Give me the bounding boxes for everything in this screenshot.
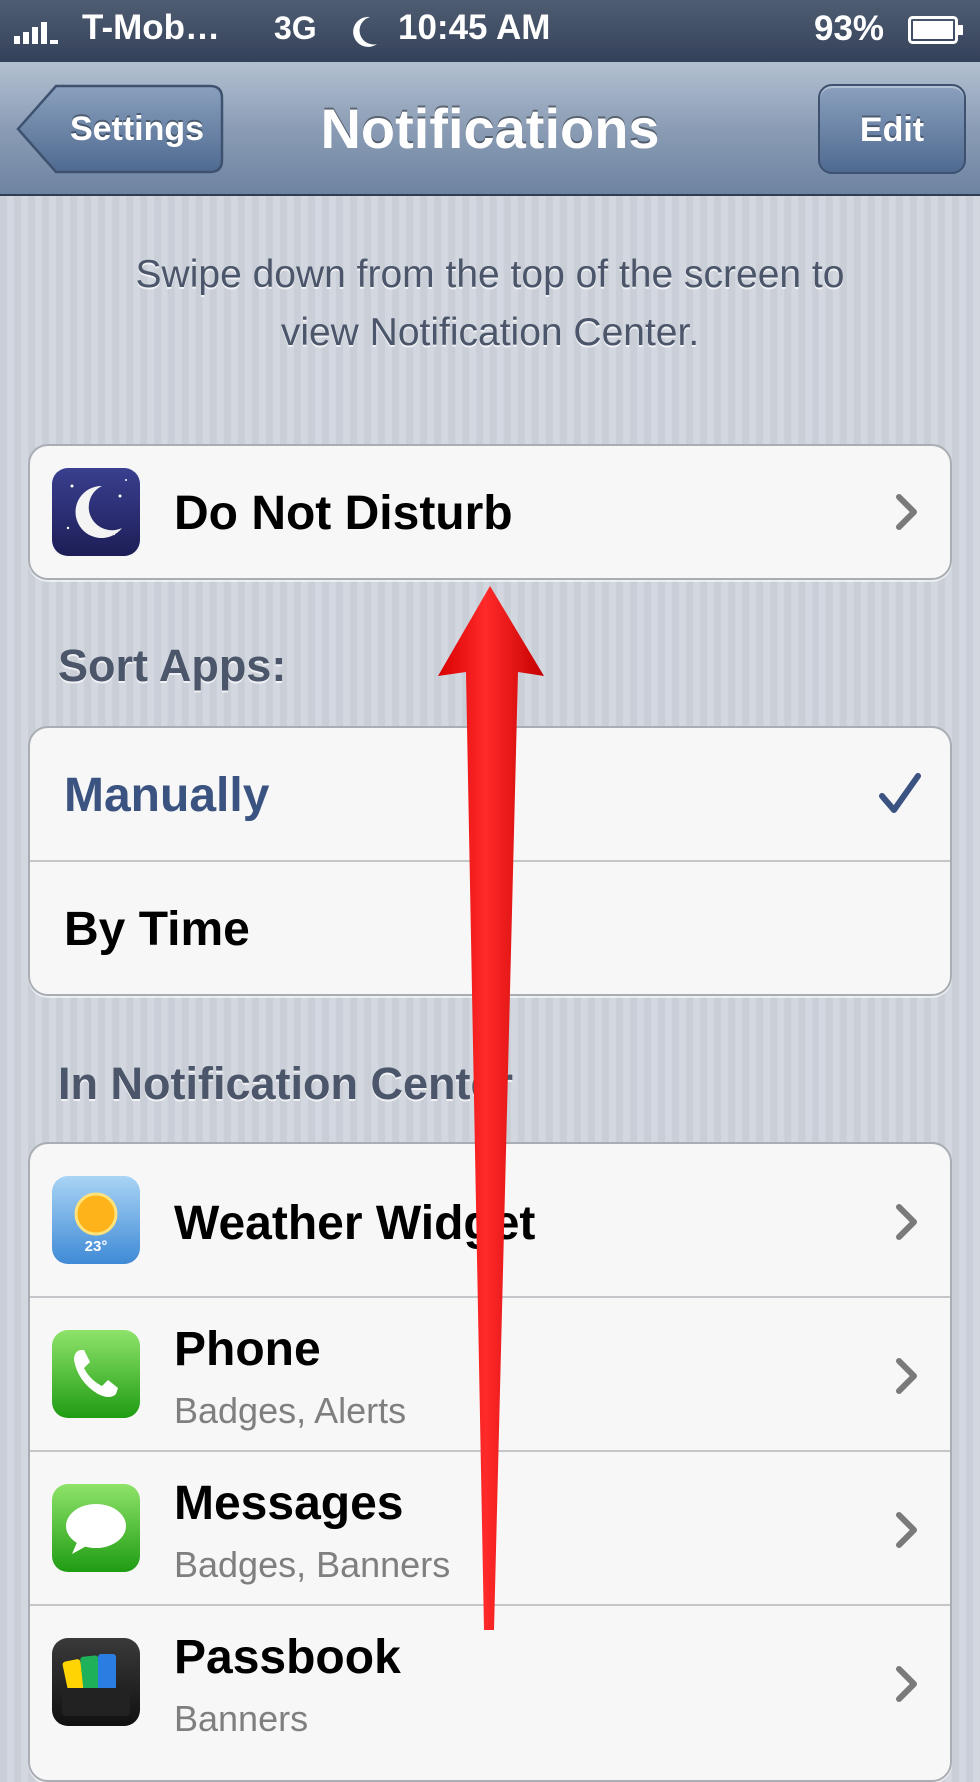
annotation-arrow-up (438, 586, 544, 1630)
